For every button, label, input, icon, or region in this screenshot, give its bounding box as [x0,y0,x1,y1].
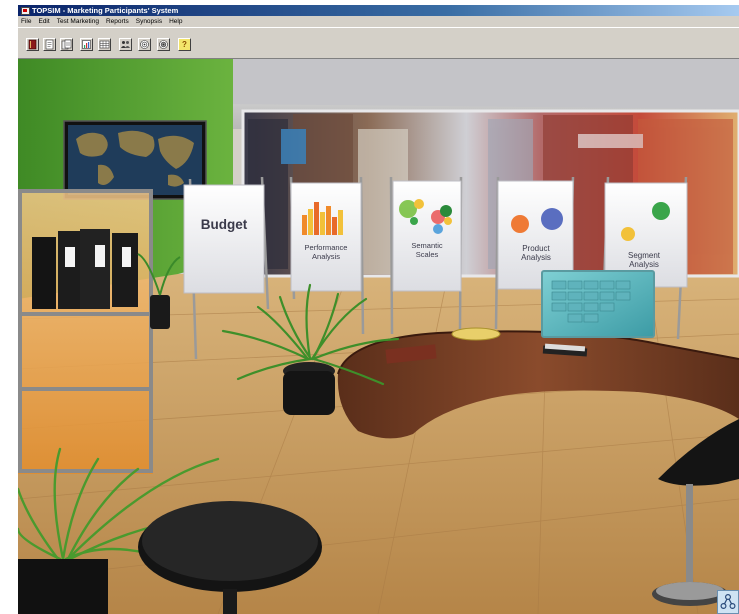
segment-panel-label-line1: Segment [628,251,661,260]
menu-reports[interactable]: Reports [103,18,133,25]
network-icon [720,593,736,610]
chart-button[interactable] [80,38,93,51]
performance-panel-label-line1: Performance [305,243,348,252]
title-bar: TOPSIM - Marketing Participants' System [18,5,739,16]
people-button[interactable] [119,38,132,51]
app-icon [21,6,30,15]
window-title: TOPSIM - Marketing Participants' System [32,6,179,15]
menu-test-marketing[interactable]: Test Marketing [54,18,103,25]
table-button[interactable] [98,38,111,51]
target-icon [140,40,149,49]
target-alt-icon [159,40,168,49]
semantic-panel-label-line1: Semantic [411,241,443,250]
chart-icon [82,40,91,49]
menu-help[interactable]: Help [166,18,186,25]
documents-icon [61,39,72,50]
document-icon [45,39,54,50]
help-button[interactable]: ? [178,38,191,51]
product-panel-label-line1: Product [522,244,550,253]
menu-bar: File Edit Test Marketing Reports Synopsi… [18,16,739,27]
document-button[interactable] [43,38,56,51]
scene-illustration: Budget Performance Analysis Semantic Sca… [18,59,739,614]
performance-panel-label-line2: Analysis [312,252,340,261]
documents-button[interactable] [60,38,73,51]
toolbar: ? [18,27,739,59]
target-button[interactable] [138,38,151,51]
people-icon [121,41,130,48]
book-icon [28,39,37,50]
semantic-panel-label-line2: Scales [416,250,439,259]
app-window: TOPSIM - Marketing Participants' System … [18,5,739,614]
book-button[interactable] [26,38,39,51]
navigation-button[interactable] [717,590,739,614]
segment-panel-label-line2: Analysis [629,260,659,269]
help-icon: ? [182,39,187,49]
menu-file[interactable]: File [18,18,35,25]
menu-synopsis[interactable]: Synopsis [133,18,166,25]
menu-edit[interactable]: Edit [35,18,53,25]
target-alt-button[interactable] [157,38,170,51]
budget-panel-label: Budget [201,217,248,232]
office-scene: Budget Performance Analysis Semantic Sca… [18,59,739,614]
product-panel-label-line2: Analysis [521,253,551,262]
table-icon [99,40,110,49]
